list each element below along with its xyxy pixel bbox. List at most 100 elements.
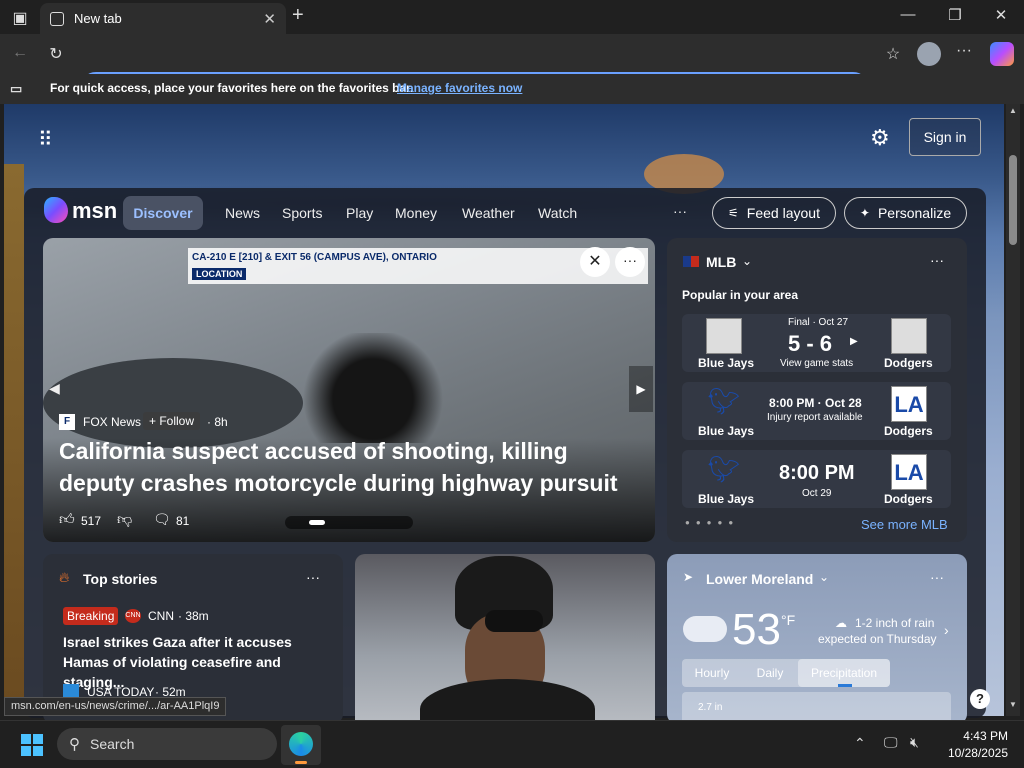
- weather-next-icon[interactable]: ›: [944, 622, 949, 638]
- apps-grid-icon[interactable]: ⠿: [38, 127, 53, 152]
- tab-title: New tab: [74, 11, 122, 26]
- weather-forecast-2: expected on Thursday: [818, 632, 937, 646]
- dodgers-logo-icon: LA: [891, 386, 927, 422]
- favorites-icon[interactable]: ☆: [881, 44, 905, 64]
- mlb-title[interactable]: MLB: [706, 254, 736, 270]
- dismiss-story-icon[interactable]: ✕: [580, 247, 610, 277]
- msn-logo[interactable]: msn: [72, 198, 117, 224]
- game-1-arrow-icon: ▶: [850, 336, 858, 347]
- mlb-subtitle: Popular in your area: [682, 288, 799, 302]
- display-icon[interactable]: 🖵︎: [884, 734, 898, 751]
- game-1-sub[interactable]: View game stats: [780, 358, 853, 369]
- mlb-card: MLB ⌄ ··· Popular in your area Blue Jays…: [667, 238, 967, 542]
- weather-temp: 53: [732, 605, 781, 654]
- hero-source[interactable]: FOX News: [83, 415, 141, 429]
- edge-active-indicator: [295, 761, 307, 764]
- feed-layout-button[interactable]: ⚟ Feed layout: [712, 197, 836, 229]
- tab-actions-icon[interactable]: ▣: [8, 8, 32, 28]
- game-1-score: 5 - 6: [788, 331, 833, 356]
- weather-more-icon[interactable]: ···: [930, 569, 944, 585]
- story-image-jacket: [420, 679, 595, 724]
- weather-location[interactable]: Lower Moreland: [706, 571, 813, 587]
- image-story-card[interactable]: [355, 554, 655, 724]
- sign-in-button[interactable]: Sign in: [909, 118, 981, 156]
- tab-active-indicator: [838, 684, 852, 687]
- blue-jays-logo-broken-icon: [706, 318, 742, 354]
- taskbar-search[interactable]: ⚲ Search: [57, 728, 277, 760]
- help-icon[interactable]: ?: [970, 689, 990, 709]
- restore-icon[interactable]: ❐: [940, 6, 970, 24]
- carousel-dots[interactable]: [285, 516, 413, 529]
- tab-daily[interactable]: Daily: [742, 659, 798, 687]
- tab-play[interactable]: Play: [346, 205, 373, 221]
- game-1-status: Final · Oct 27: [788, 317, 849, 328]
- follow-button[interactable]: + Follow: [143, 412, 201, 430]
- refresh-icon[interactable]: ↻: [44, 44, 68, 64]
- personalize-button[interactable]: ✦ Personalize: [844, 197, 967, 229]
- start-windows-icon[interactable]: [21, 734, 43, 756]
- comment-icon[interactable]: 🗨︎: [153, 511, 171, 528]
- top-stories-more-icon[interactable]: ···: [306, 569, 320, 585]
- feed-layout-label: Feed layout: [746, 205, 820, 221]
- story-more-icon[interactable]: ···: [615, 247, 645, 277]
- weather-chevron-down-icon[interactable]: ⌄: [819, 570, 829, 584]
- mlb-more-icon[interactable]: ···: [930, 252, 944, 268]
- close-tab-icon[interactable]: ✕: [263, 10, 276, 28]
- top-stories-title[interactable]: Top stories: [83, 571, 157, 587]
- like-icon[interactable]: 👍︎: [59, 511, 75, 529]
- hero-story-card[interactable]: CA-210 E [210] & EXIT 56 (CAMPUS AVE), O…: [43, 238, 655, 542]
- sparkle-icon: ✦: [859, 206, 870, 220]
- game-row-1[interactable]: Blue Jays Final · Oct 27 5 - 6 ▶ View ga…: [682, 314, 951, 372]
- game-row-2[interactable]: 🐦︎ Blue Jays 8:00 PM · Oct 28 Injury rep…: [682, 382, 951, 440]
- hero-image-motorcycle: [298, 333, 448, 443]
- mlb-chevron-down-icon[interactable]: ⌄: [742, 254, 752, 268]
- hero-headline[interactable]: California suspect accused of shooting, …: [59, 435, 649, 499]
- game-row-3[interactable]: 🐦︎ Blue Jays 8:00 PM Oct 29 LA Dodgers: [682, 450, 951, 508]
- mlb-logo-icon: [683, 256, 699, 267]
- tab-watch[interactable]: Watch: [538, 205, 577, 221]
- usa-today-logo-icon: [63, 684, 79, 698]
- tab-news[interactable]: News: [225, 205, 260, 221]
- more-options-icon[interactable]: ···: [952, 42, 976, 60]
- mlb-page-dots[interactable]: ●●●●●: [685, 518, 739, 527]
- scroll-up-icon[interactable]: ▲: [1009, 106, 1017, 115]
- comment-count: 81: [176, 514, 190, 528]
- weather-tabs: Hourly Daily Precipitation: [682, 659, 890, 687]
- manage-favorites-link[interactable]: Manage favorites now: [397, 81, 522, 95]
- tab-money[interactable]: Money: [395, 205, 437, 221]
- dodgers-logo-broken-icon: [891, 318, 927, 354]
- back-icon[interactable]: ←: [8, 44, 32, 62]
- carousel-prev-icon[interactable]: ◀: [49, 380, 60, 397]
- nav-more-icon[interactable]: ···: [673, 203, 687, 219]
- tab-hourly[interactable]: Hourly: [682, 659, 742, 687]
- profile-avatar[interactable]: [917, 42, 941, 66]
- see-more-mlb-link[interactable]: See more MLB: [861, 517, 948, 532]
- show-hidden-icons[interactable]: ⌃: [854, 735, 866, 752]
- game-2-sub[interactable]: Injury report available: [767, 412, 863, 423]
- browser-toolbar: ← ↻ ⚲ ☆ ☆ ···: [0, 34, 1024, 104]
- tab-precipitation[interactable]: Precipitation: [798, 659, 890, 687]
- network-muted-icon[interactable]: 🔇︎: [910, 734, 919, 751]
- dislike-icon[interactable]: 👎︎: [117, 511, 132, 529]
- tab-new[interactable]: New tab ✕: [40, 3, 286, 34]
- copilot-icon[interactable]: [990, 42, 1014, 66]
- story-1-headline[interactable]: Israel strikes Gaza after it accuses Ham…: [63, 632, 331, 692]
- new-tab-icon[interactable]: +: [292, 4, 304, 27]
- weather-unit[interactable]: °F: [781, 612, 795, 628]
- tab-favicon-icon: [50, 11, 64, 26]
- edge-taskbar-button[interactable]: [281, 725, 321, 765]
- scroll-down-icon[interactable]: ▼: [1009, 700, 1017, 709]
- sliders-icon: ⚟: [728, 206, 739, 220]
- story-1-source[interactable]: CNN: [148, 609, 174, 623]
- close-window-icon[interactable]: ✕: [986, 6, 1016, 24]
- tab-sports[interactable]: Sports: [282, 205, 322, 221]
- clock-date[interactable]: 10/28/2025: [942, 746, 1008, 760]
- tab-discover[interactable]: Discover: [123, 196, 203, 230]
- minimize-icon[interactable]: —: [893, 6, 923, 23]
- carousel-next-icon[interactable]: ▶: [629, 366, 653, 412]
- tab-weather[interactable]: Weather: [462, 205, 515, 221]
- clock-time[interactable]: 4:43 PM: [958, 729, 1008, 743]
- settings-gear-icon[interactable]: ⚙: [870, 125, 890, 151]
- scrollbar-thumb[interactable]: [1009, 155, 1017, 245]
- blue-jays-logo-icon: 🐦︎: [707, 386, 741, 416]
